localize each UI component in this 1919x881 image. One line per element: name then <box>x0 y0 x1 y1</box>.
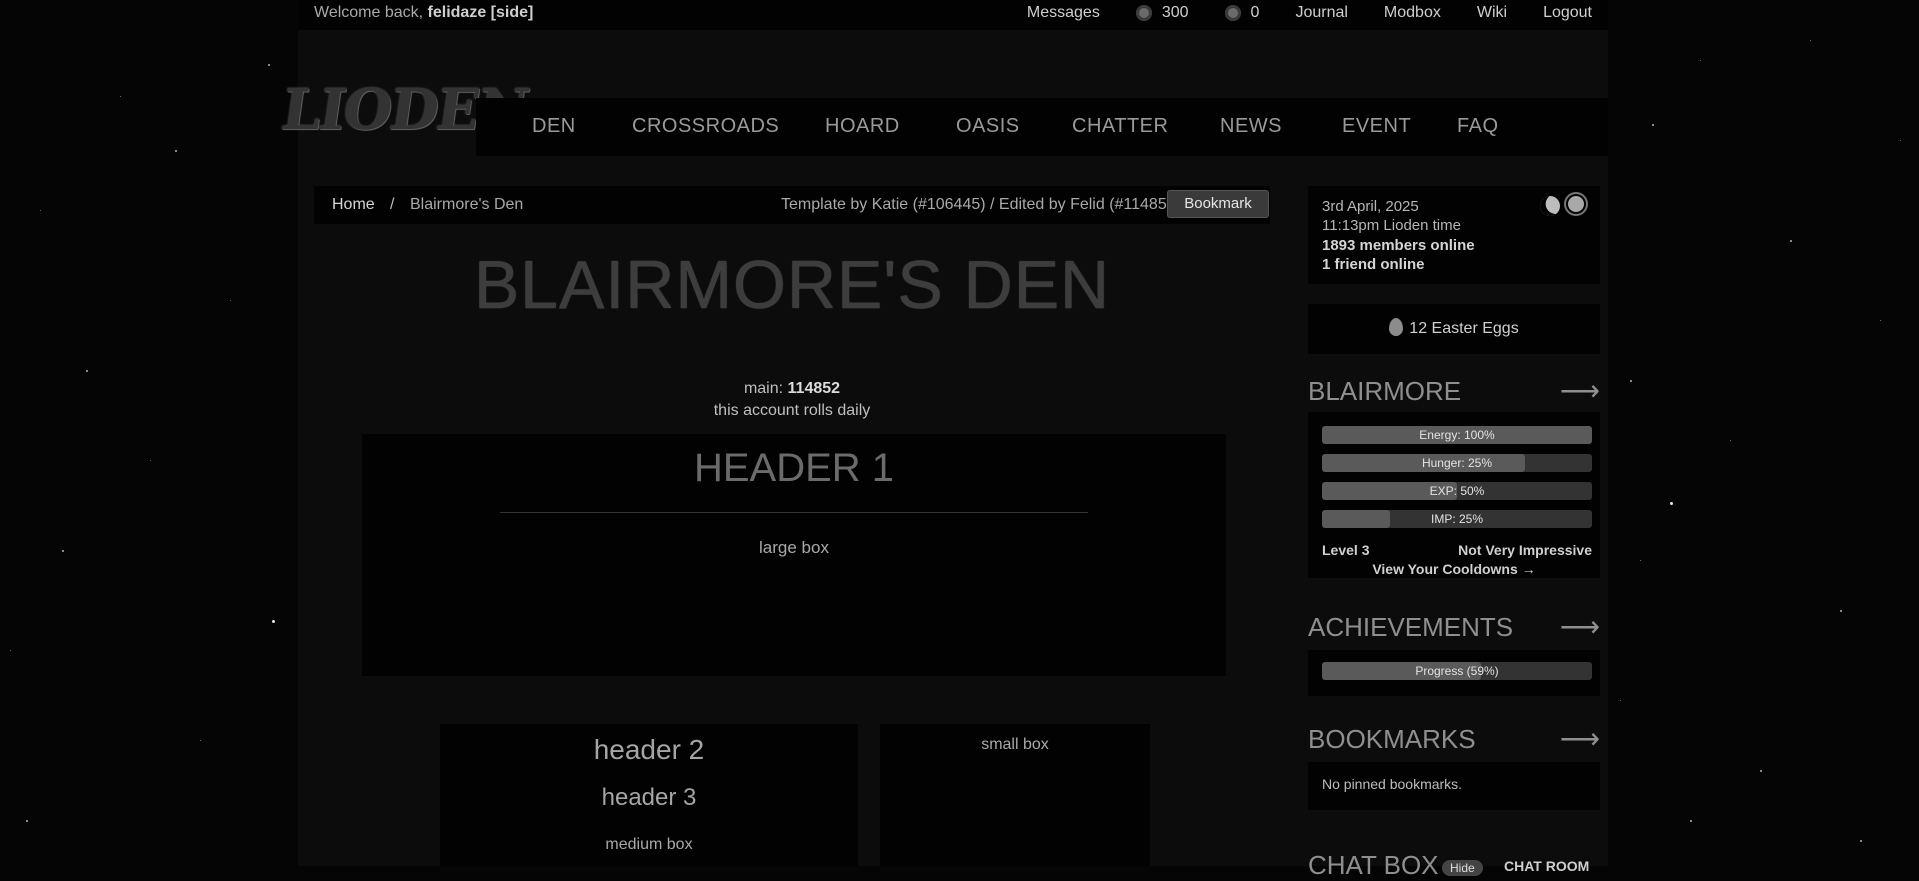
lion-name[interactable]: BLAIRMORE <box>1308 376 1461 406</box>
roll-note: this account rolls daily <box>713 402 871 419</box>
friends-online[interactable]: 1 friend online <box>1322 256 1425 273</box>
medium-box-text: medium box <box>605 836 693 853</box>
chat-title: CHAT BOX <box>1308 850 1439 880</box>
nav-crossroads[interactable]: CROSSROADS <box>632 115 779 138</box>
sun-icon[interactable] <box>1568 196 1584 212</box>
nav-oasis[interactable]: OASIS <box>956 115 1020 138</box>
modbox-link[interactable]: Modbox <box>1384 0 1441 26</box>
welcome-message: Welcome back, felidaze [side] <box>314 0 533 26</box>
time-text: 11:13pm Lioden time <box>1322 217 1461 234</box>
imp-bar: IMP: 25% <box>1322 510 1592 528</box>
medium-box: header 2 header 3 medium box <box>440 724 858 866</box>
main-nav: DEN CROSSROADS HOARD OASIS CHATTER NEWS … <box>476 98 1608 156</box>
time-panel: 3rd April, 2025 11:13pm Lioden time 1893… <box>1308 186 1600 284</box>
members-online[interactable]: 1893 members online <box>1322 237 1475 254</box>
main-account-line: main: 114852 <box>314 380 1270 398</box>
bookmarks-heading: BOOKMARKS ⟶ <box>1308 722 1600 755</box>
energy-label: Energy: 100% <box>1419 428 1495 442</box>
currency-secondary-value: 0 <box>1250 4 1260 21</box>
chat-room-link[interactable]: CHAT ROOM <box>1504 858 1589 874</box>
main-label: main: <box>743 380 784 397</box>
achievements-title[interactable]: ACHIEVEMENTS <box>1308 612 1513 642</box>
nav-event[interactable]: EVENT <box>1342 115 1411 138</box>
achievements-arrow-icon[interactable]: ⟶ <box>1560 610 1600 643</box>
achievements-progress-label: Progress (59%) <box>1415 664 1499 678</box>
top-bar: Welcome back, felidaze [side] Messages 3… <box>298 0 1608 30</box>
breadcrumb-separator: / <box>390 196 395 213</box>
achievements-heading: ACHIEVEMENTS ⟶ <box>1308 610 1600 643</box>
hunger-bar: Hunger: 25% <box>1322 454 1592 472</box>
large-box-text: large box <box>759 538 829 557</box>
header-1: HEADER 1 <box>693 446 895 490</box>
small-box: small box <box>880 724 1150 866</box>
bookmarks-panel: No pinned bookmarks. <box>1308 762 1600 810</box>
lion-stats-panel: Energy: 100% Hunger: 25% EXP: 50% IMP: 2… <box>1308 412 1600 578</box>
currency-primary-value: 300 <box>1161 4 1189 21</box>
nav-news[interactable]: NEWS <box>1220 115 1282 138</box>
bookmarks-arrow-icon[interactable]: ⟶ <box>1560 722 1600 755</box>
site-logo[interactable]: LIODEN <box>274 56 531 164</box>
impressiveness-text: Not Very Impressive <box>1458 542 1592 558</box>
page-title: BLAIRMORE'S DEN <box>473 247 1111 323</box>
header-2: header 2 <box>593 734 705 765</box>
lion-heading: BLAIRMORE ⟶ <box>1308 374 1600 407</box>
beetle-icon <box>1224 5 1241 21</box>
breadcrumb: Home / Blairmore's Den Template by Katie… <box>314 186 1270 224</box>
welcome-prefix: Welcome back, <box>314 4 424 21</box>
small-box-text: small box <box>981 736 1049 753</box>
currency-primary[interactable]: 300 <box>1135 0 1189 26</box>
currency-secondary[interactable]: 0 <box>1224 0 1260 26</box>
achievements-progress-bar: Progress (59%) <box>1322 662 1592 680</box>
beetle-icon <box>1135 5 1152 21</box>
large-box: HEADER 1 large box <box>362 434 1226 676</box>
exp-label: EXP: 50% <box>1429 484 1485 498</box>
logout-link[interactable]: Logout <box>1543 0 1592 26</box>
imp-label: IMP: 25% <box>1430 512 1484 526</box>
nav-hoard[interactable]: HOARD <box>825 115 900 138</box>
messages-link[interactable]: Messages <box>1027 0 1100 26</box>
wiki-link[interactable]: Wiki <box>1477 0 1507 26</box>
easter-eggs-panel: 12 Easter Eggs <box>1308 304 1600 354</box>
date-text: 3rd April, 2025 <box>1322 198 1419 215</box>
hunger-label: Hunger: 25% <box>1421 456 1493 470</box>
moon-icon[interactable] <box>1537 193 1563 219</box>
username-link[interactable]: felidaze [side] <box>428 4 534 21</box>
template-credit: Template by Katie (#106445) / Edited by … <box>781 196 1181 213</box>
egg-icon <box>1389 317 1404 336</box>
energy-bar: Energy: 100% <box>1322 426 1592 444</box>
breadcrumb-home[interactable]: Home <box>332 196 375 214</box>
main-account-id: 114852 <box>787 380 841 397</box>
lion-arrow-icon[interactable]: ⟶ <box>1560 374 1600 407</box>
bookmarks-title[interactable]: BOOKMARKS <box>1308 724 1476 754</box>
header-3: header 3 <box>601 784 697 811</box>
nav-den[interactable]: DEN <box>532 115 576 138</box>
easter-eggs-count[interactable]: 12 Easter Eggs <box>1409 320 1518 337</box>
bookmark-button[interactable]: Bookmark <box>1167 190 1269 218</box>
achievements-panel: Progress (59%) <box>1308 650 1600 696</box>
nav-chatter[interactable]: CHATTER <box>1072 115 1168 138</box>
divider <box>500 512 1088 513</box>
chat-hide-button[interactable]: Hide <box>1442 860 1483 876</box>
breadcrumb-current: Blairmore's Den <box>410 196 524 213</box>
level-text: Level 3 <box>1322 542 1370 558</box>
bookmarks-empty-text: No pinned bookmarks. <box>1322 776 1463 792</box>
cooldowns-link[interactable]: View Your Cooldowns → <box>1308 561 1600 577</box>
exp-bar: EXP: 50% <box>1322 482 1592 500</box>
journal-link[interactable]: Journal <box>1295 0 1347 26</box>
nav-faq[interactable]: FAQ <box>1457 115 1499 138</box>
